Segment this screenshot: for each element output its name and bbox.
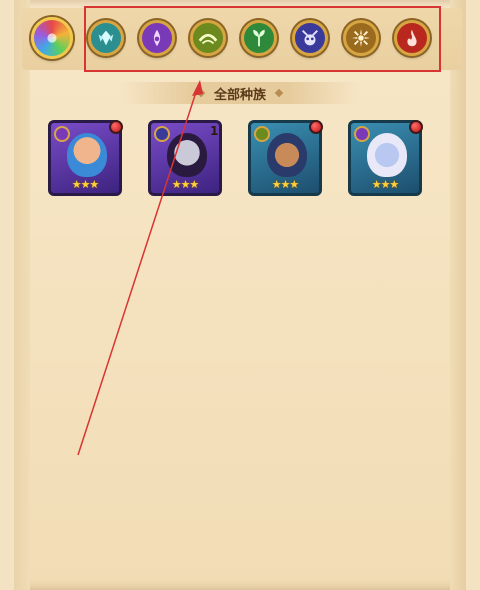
annotation-arrow: [77, 80, 203, 456]
